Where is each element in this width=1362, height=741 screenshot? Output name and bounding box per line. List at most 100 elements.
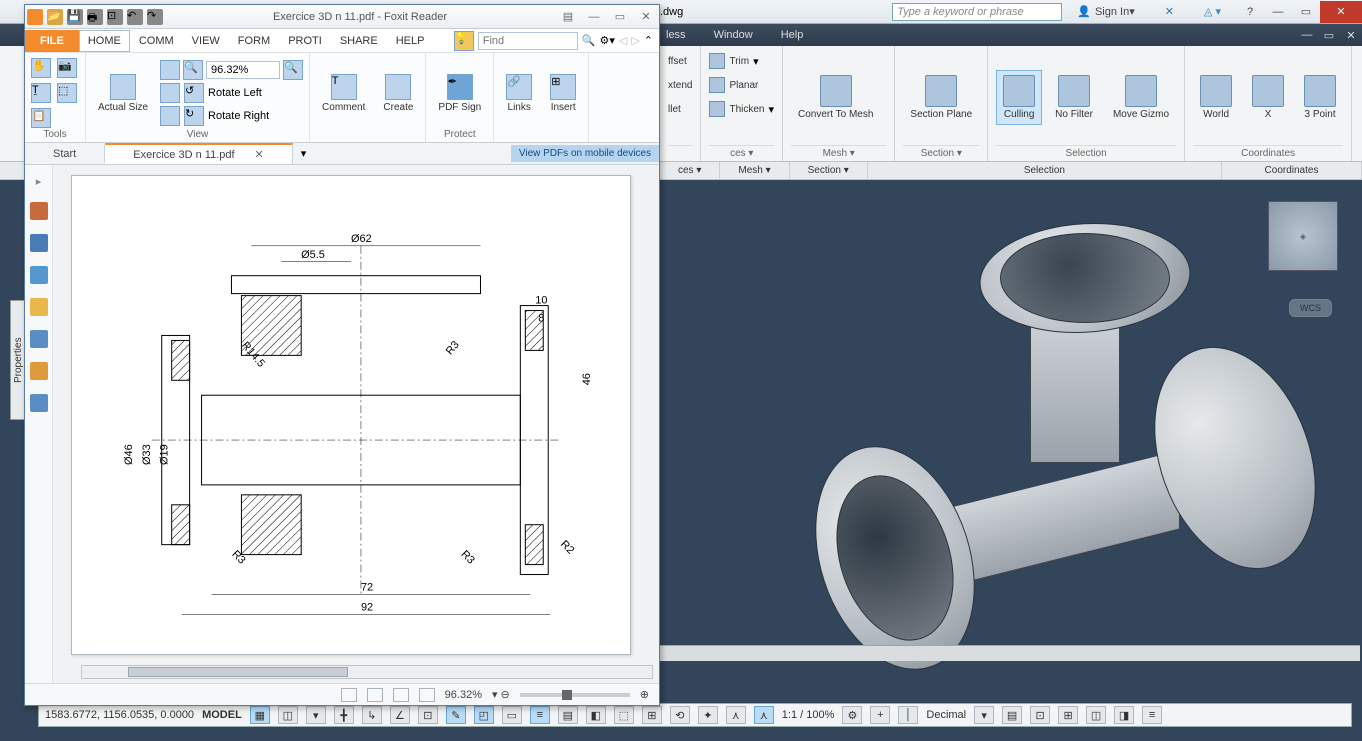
find-input[interactable]: [478, 32, 578, 50]
comment-button[interactable]: TComment: [316, 72, 371, 115]
help-icon[interactable]: ?: [1236, 2, 1264, 22]
convert-to-mesh-button[interactable]: Convert To Mesh: [791, 70, 880, 125]
view-cont-icon[interactable]: [367, 688, 383, 702]
mdi-close-button[interactable]: ✕: [1340, 26, 1362, 44]
view-tab[interactable]: VIEW: [183, 30, 229, 52]
acad-close-button[interactable]: ✕: [1320, 1, 1362, 23]
mdi-restore-button[interactable]: ▭: [1318, 26, 1340, 44]
foxit-page-area[interactable]: Ø62 Ø5.5 10 8 46 Ø46 Ø33 Ø19 R14.5 R3 72…: [53, 165, 659, 683]
section-tab[interactable]: Section ▾: [790, 162, 868, 179]
autodesk-icon[interactable]: ◬ ▾: [1197, 2, 1228, 21]
comments-icon[interactable]: [30, 298, 48, 316]
zoom-out-icon[interactable]: 🔍: [183, 60, 203, 80]
rib-planar[interactable]: Planar: [709, 74, 758, 96]
print-icon[interactable]: 🖶: [87, 9, 103, 25]
close-tab-icon[interactable]: ✕: [255, 149, 264, 161]
find-prev-icon[interactable]: ◁: [619, 34, 627, 47]
ces-tab[interactable]: ces ▾: [660, 162, 720, 179]
create-button[interactable]: Create: [377, 72, 419, 115]
undo-icon[interactable]: ↶: [127, 9, 143, 25]
menu-help[interactable]: Help: [775, 27, 810, 43]
coords-tab[interactable]: Coordinates: [1222, 162, 1362, 179]
insert-button[interactable]: ⊞Insert: [544, 72, 582, 115]
open-icon[interactable]: 📂: [47, 9, 63, 25]
view-facing-icon[interactable]: [393, 688, 409, 702]
acad-search-input[interactable]: Type a keyword or phrase: [892, 3, 1062, 21]
redo-icon[interactable]: ↷: [147, 9, 163, 25]
world-button[interactable]: World: [1193, 70, 1239, 125]
acad-minimize-button[interactable]: —: [1264, 2, 1292, 22]
exchange-button[interactable]: ✕: [1158, 2, 1181, 21]
find-next-icon[interactable]: ▷: [631, 34, 639, 47]
menu-less[interactable]: less: [660, 27, 692, 43]
selection-tab[interactable]: Selection: [868, 162, 1222, 179]
x-button[interactable]: X: [1245, 70, 1291, 125]
rib-extend[interactable]: xtend: [668, 74, 692, 96]
3point-button[interactable]: 3 Point: [1297, 70, 1343, 125]
foxit-hscroll[interactable]: [81, 665, 653, 679]
links-button[interactable]: 🔗Links: [500, 72, 538, 115]
hand-tool-icon[interactable]: ✋: [31, 58, 51, 78]
foxit-minimize-button[interactable]: —: [581, 8, 607, 26]
status-units[interactable]: Decimal: [926, 709, 966, 721]
select-text-icon[interactable]: Ṯ: [31, 83, 51, 103]
zoom-slider[interactable]: [520, 693, 630, 697]
comment-tab[interactable]: COMM: [130, 30, 183, 52]
culling-button[interactable]: Culling: [996, 70, 1042, 125]
save-icon[interactable]: 💾: [67, 9, 83, 25]
section-plane-button[interactable]: Section Plane: [903, 70, 979, 125]
viewport-scrollbar[interactable]: [660, 645, 1360, 661]
expand-icon[interactable]: ▸: [36, 175, 42, 188]
ribbon-toggle-icon[interactable]: ▤: [555, 8, 581, 26]
zoom-combo[interactable]: [206, 61, 280, 79]
menu-window[interactable]: Window: [708, 27, 759, 43]
signin-button[interactable]: 👤 Sign In ▾: [1070, 2, 1141, 21]
mobile-banner[interactable]: View PDFs on mobile devices: [511, 145, 659, 162]
qat-icon[interactable]: ⊡: [107, 9, 123, 25]
share-tab[interactable]: SHARE: [331, 30, 387, 52]
bookmarks-icon[interactable]: [30, 202, 48, 220]
grid-toggle[interactable]: ▦: [250, 706, 270, 724]
home-tab[interactable]: HOME: [79, 30, 130, 52]
acad-viewport[interactable]: ◈ WCS: [660, 183, 1360, 661]
form-tab[interactable]: FORM: [229, 30, 279, 52]
pages-icon[interactable]: [30, 234, 48, 252]
view-single-icon[interactable]: [341, 688, 357, 702]
actual-size-button[interactable]: Actual Size: [92, 72, 154, 115]
rib-fillet[interactable]: llet: [668, 98, 681, 120]
bulb-icon[interactable]: 💡: [454, 31, 474, 51]
mesh-tab[interactable]: Mesh ▾: [720, 162, 789, 179]
attachments-icon[interactable]: [30, 330, 48, 348]
layers-icon[interactable]: [30, 266, 48, 284]
signatures-icon[interactable]: [30, 394, 48, 412]
select-annot-icon[interactable]: ⬚: [57, 83, 77, 103]
rotate-right-icon[interactable]: ↻: [184, 106, 204, 126]
rotate-left-icon[interactable]: ↺: [184, 83, 204, 103]
fit-page-icon[interactable]: [160, 60, 180, 80]
zoom-in-button[interactable]: ⊕: [640, 688, 649, 701]
rib-trim[interactable]: Trim ▾: [709, 50, 758, 72]
pdf-sign-button[interactable]: ✒PDF Sign: [432, 72, 487, 115]
move-gizmo-button[interactable]: Move Gizmo: [1106, 70, 1176, 125]
zoom-in-icon[interactable]: 🔍: [283, 60, 303, 80]
nofilter-button[interactable]: No Filter: [1048, 70, 1100, 125]
zoom-out-button[interactable]: ▾ ⊖: [492, 688, 510, 701]
find-options-icon[interactable]: ⚙▾: [599, 34, 614, 47]
file-tab[interactable]: FILE: [25, 30, 79, 52]
acad-maximize-button[interactable]: ▭: [1292, 2, 1320, 22]
doc-tab[interactable]: Exercice 3D n 11.pdf✕: [105, 143, 293, 164]
find-search-icon[interactable]: 🔍: [582, 34, 596, 47]
view-cover-icon[interactable]: [419, 688, 435, 702]
wcs-badge[interactable]: WCS: [1289, 299, 1332, 317]
snap-toggle[interactable]: ◫: [278, 706, 298, 724]
rib-offset[interactable]: ffset: [668, 50, 687, 72]
status-scale[interactable]: 1:1 / 100%: [782, 709, 835, 721]
status-model[interactable]: MODEL: [202, 709, 242, 721]
rib-thicken[interactable]: Thicken ▾: [709, 98, 774, 120]
help-tab[interactable]: HELP: [387, 30, 434, 52]
protect-tab[interactable]: PROTI: [279, 30, 331, 52]
snapshot-icon[interactable]: 📷: [57, 58, 77, 78]
foxit-maximize-button[interactable]: ▭: [607, 8, 633, 26]
mdi-minimize-button[interactable]: —: [1296, 26, 1318, 44]
start-tab[interactable]: Start: [25, 145, 105, 163]
